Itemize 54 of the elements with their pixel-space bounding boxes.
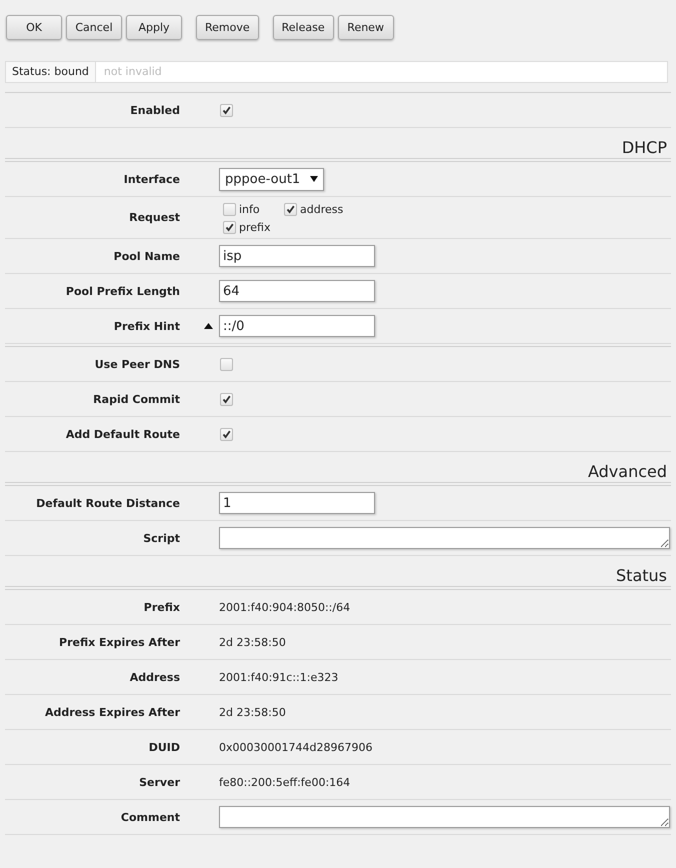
- text-area[interactable]: [219, 527, 670, 549]
- toolbar-button[interactable]: Cancel: [66, 15, 122, 40]
- field-label: Address: [130, 670, 180, 684]
- field-label: Prefix Expires After: [59, 636, 180, 648]
- field-label: Pool Name: [114, 250, 180, 262]
- caret-icon: [310, 176, 318, 182]
- section-title: DHCP: [5, 128, 671, 159]
- field-label: Use Peer DNS: [94, 358, 180, 370]
- field-value: 2d 23:58:50: [219, 636, 286, 648]
- section-title: Status: [5, 556, 671, 587]
- field-value: 2d 23:58:50: [219, 706, 286, 718]
- toolbar-button[interactable]: Renew: [338, 15, 394, 40]
- triangle-icon[interactable]: [204, 322, 213, 328]
- field-label: Prefix Hint: [114, 320, 180, 332]
- checkbox[interactable]: [223, 221, 236, 234]
- field-label: Enabled: [130, 104, 180, 116]
- field-label: Interface: [124, 172, 180, 186]
- option-label[interactable]: address: [300, 203, 344, 216]
- checkbox[interactable]: [220, 392, 233, 406]
- toolbar-button[interactable]: Release: [272, 15, 334, 40]
- option-label[interactable]: prefix: [239, 221, 270, 234]
- option-label[interactable]: info: [239, 203, 260, 216]
- field-label: Default Route Distance: [36, 496, 180, 510]
- status-message: not invalid: [102, 64, 163, 80]
- field-label: Rapid Commit: [93, 392, 180, 406]
- field-label: Script: [143, 532, 180, 544]
- checkbox[interactable]: [284, 203, 297, 216]
- checkbox[interactable]: [223, 203, 236, 216]
- text-area[interactable]: [219, 806, 670, 828]
- field-label: Add Default Route: [66, 428, 180, 440]
- input-field[interactable]: ::/0: [219, 315, 375, 337]
- field-value: 2001:f40:904:8050::/64: [219, 600, 350, 614]
- checkbox[interactable]: [220, 428, 233, 441]
- field-value: 0x00030001744d28967906: [219, 740, 372, 754]
- field-label: Prefix: [144, 600, 180, 614]
- input-field[interactable]: isp: [219, 245, 375, 267]
- status-label: Status: bound: [6, 62, 96, 82]
- checkbox[interactable]: [220, 358, 233, 371]
- field-label: Pool Prefix Length: [66, 284, 180, 298]
- field-label: Comment: [120, 810, 180, 824]
- toolbar-button[interactable]: Apply: [126, 15, 182, 40]
- section-title: Advanced: [5, 452, 671, 483]
- field-value: fe80::200:5eff:fe00:164: [219, 776, 350, 788]
- toolbar-button[interactable]: Remove: [196, 15, 259, 40]
- dropdown[interactable]: pppoe-out1: [219, 168, 324, 190]
- field-label: Server: [139, 776, 180, 788]
- checkbox[interactable]: [220, 104, 233, 117]
- input-field[interactable]: 64: [219, 280, 375, 302]
- input-field[interactable]: 1: [219, 492, 375, 514]
- toolbar-button[interactable]: OK: [6, 15, 62, 40]
- field-label: Address Expires After: [44, 706, 180, 718]
- field-label: DUID: [148, 740, 180, 754]
- field-label: Request: [129, 211, 180, 224]
- field-value: 2001:f40:91c::1:e323: [219, 670, 338, 684]
